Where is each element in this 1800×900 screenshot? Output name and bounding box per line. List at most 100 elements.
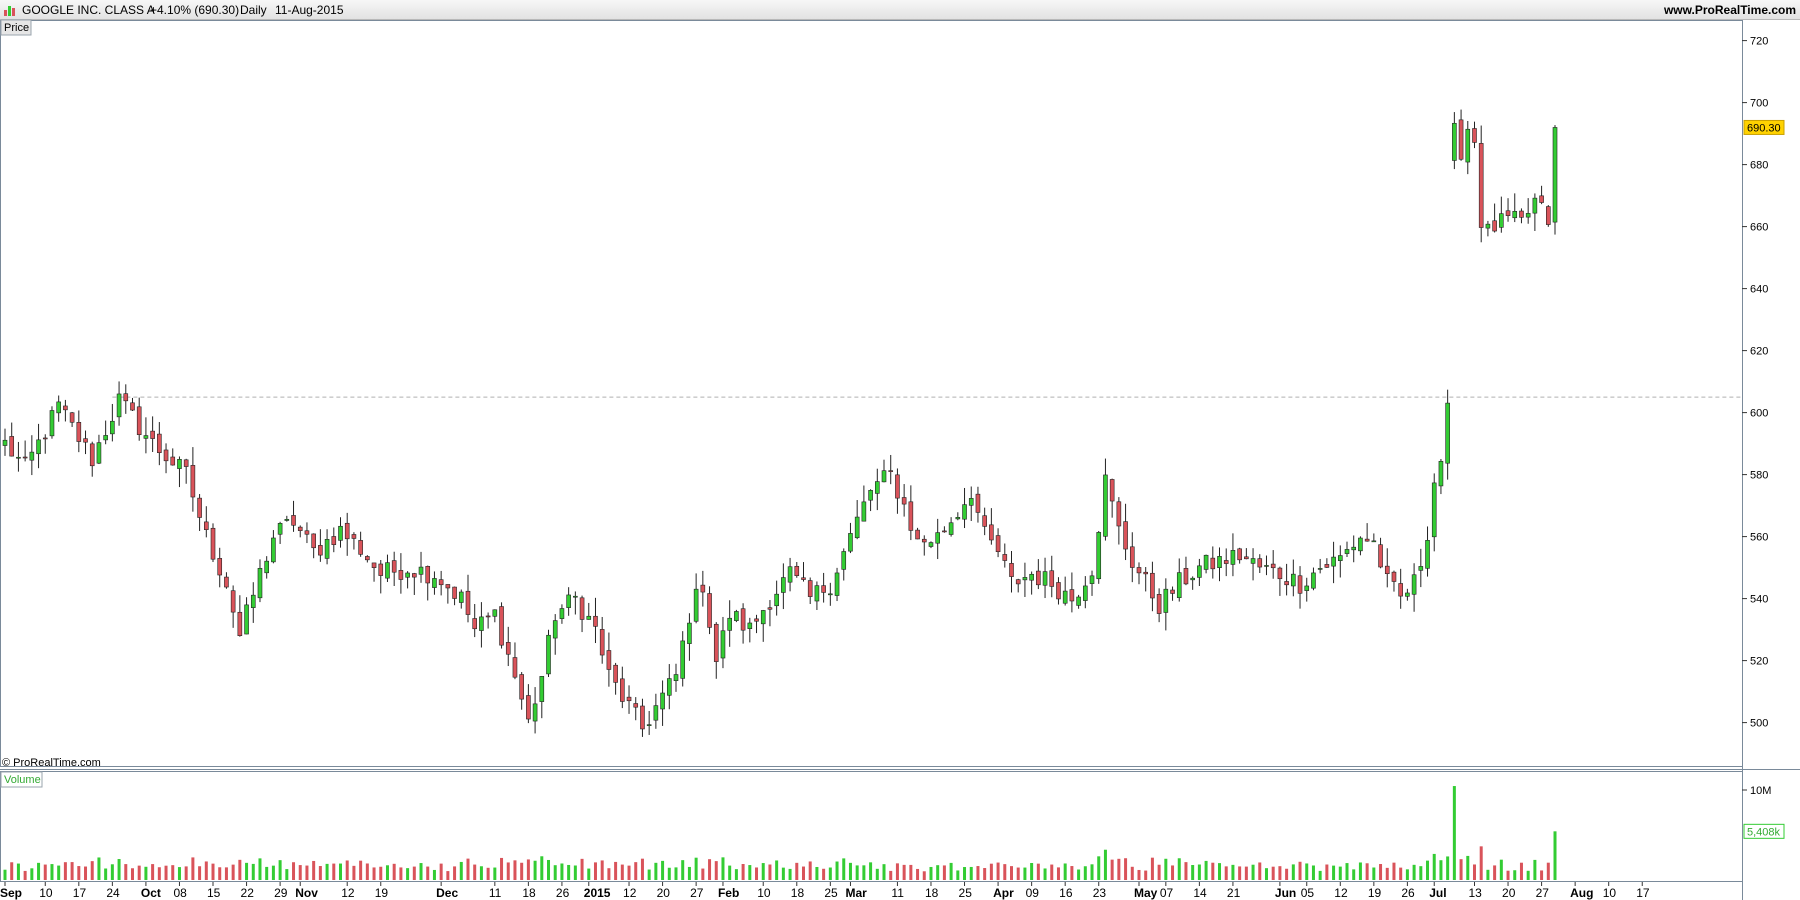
candle xyxy=(814,581,820,610)
candle-body-up xyxy=(935,532,940,544)
candle-body-up xyxy=(1042,571,1048,586)
volume-bar xyxy=(1090,864,1094,880)
volume-bar xyxy=(788,868,792,880)
candle-body-up xyxy=(1418,566,1424,571)
volume-bar xyxy=(500,857,504,880)
x-month-label: Dec xyxy=(436,886,458,900)
volume-bar xyxy=(775,860,779,880)
candle xyxy=(136,397,142,441)
candle-body-up xyxy=(1445,402,1450,464)
volume-bar xyxy=(721,857,725,880)
candle-body-down xyxy=(378,563,384,576)
candle-body-down xyxy=(157,433,162,454)
volume-bar xyxy=(151,864,155,880)
candle xyxy=(1378,537,1383,569)
candle-body-up xyxy=(828,593,833,596)
candle xyxy=(1284,563,1289,596)
volume-bar xyxy=(1258,862,1262,880)
volume-bar xyxy=(1432,853,1436,880)
candle xyxy=(1250,548,1256,581)
candle-body-down xyxy=(579,597,585,620)
volume-bar xyxy=(399,867,403,880)
y-tick-label: 540 xyxy=(1750,594,1768,606)
candle xyxy=(1042,557,1048,599)
volume-bar xyxy=(43,864,47,880)
x-day-label: 05 xyxy=(1301,886,1315,900)
candle xyxy=(1015,578,1021,593)
volume-bar xyxy=(1063,863,1067,880)
candle-body-up xyxy=(458,591,464,603)
volume-bars xyxy=(3,786,1557,880)
volume-bar xyxy=(902,864,906,880)
candle xyxy=(177,456,182,488)
candle xyxy=(204,506,209,538)
candle-body-down xyxy=(1478,143,1484,228)
candle-body-up xyxy=(16,456,21,459)
volume-bar xyxy=(238,859,242,880)
volume-bar xyxy=(942,865,946,880)
volume-label-box[interactable]: Volume xyxy=(0,771,43,788)
candle-body-down xyxy=(1270,563,1276,569)
candle xyxy=(928,541,934,549)
volume-bar xyxy=(278,860,282,880)
candle xyxy=(666,664,672,710)
volume-bar xyxy=(271,865,275,880)
candle-body-down xyxy=(707,593,712,628)
candle xyxy=(42,434,48,454)
candle xyxy=(687,613,692,661)
candle-body-up xyxy=(110,420,115,435)
price-label-box[interactable]: Price xyxy=(0,19,32,36)
candle xyxy=(418,551,424,583)
candle xyxy=(921,535,927,556)
candle xyxy=(1525,198,1531,224)
volume-bar xyxy=(1311,865,1315,880)
x-day-label: 20 xyxy=(1502,886,1516,900)
candle-body-down xyxy=(512,657,518,678)
candle-body-up xyxy=(1062,590,1068,604)
candle-body-up xyxy=(1250,558,1256,564)
candle-body-up xyxy=(653,705,659,721)
candle xyxy=(1452,112,1457,170)
candle-body-up xyxy=(955,517,961,520)
candle-body-down xyxy=(888,470,894,472)
candle-body-up xyxy=(1291,573,1296,587)
candle-body-down xyxy=(1277,567,1283,580)
x-day-label: 24 xyxy=(106,886,120,900)
candle xyxy=(774,580,779,616)
candle xyxy=(526,684,531,724)
candle-body-down xyxy=(1237,548,1242,561)
volume-bar xyxy=(1211,862,1215,880)
x-day-label: 11 xyxy=(489,886,502,900)
candle xyxy=(271,530,276,564)
candle-body-up xyxy=(774,593,779,607)
volume-bar xyxy=(1157,864,1161,880)
candle-body-down xyxy=(700,584,706,593)
volume-bar xyxy=(741,864,745,880)
volume-bar xyxy=(245,862,249,880)
x-day-label: 10 xyxy=(39,886,53,900)
volume-bar xyxy=(1016,867,1020,880)
volume-bar xyxy=(1204,860,1208,880)
candle xyxy=(713,622,719,679)
candle-body-down xyxy=(89,443,95,467)
volume-bar xyxy=(191,857,195,880)
candle-body-up xyxy=(1331,556,1336,567)
candle-body-up xyxy=(1103,474,1108,537)
candle xyxy=(660,680,665,726)
volume-bar xyxy=(728,865,732,880)
volume-bar xyxy=(1392,862,1396,880)
x-day-label: 26 xyxy=(556,886,570,900)
volume-bar xyxy=(1177,858,1181,880)
candle xyxy=(948,517,954,537)
candle xyxy=(1337,545,1343,578)
candle-body-down xyxy=(1244,556,1249,560)
candle xyxy=(244,597,249,635)
candle xyxy=(559,604,565,624)
candle-body-up xyxy=(96,442,102,464)
candle xyxy=(606,632,612,687)
volume-bar xyxy=(204,861,208,880)
candle xyxy=(425,565,431,601)
candle xyxy=(727,600,732,647)
candle xyxy=(36,423,41,469)
candle-body-up xyxy=(250,594,256,608)
